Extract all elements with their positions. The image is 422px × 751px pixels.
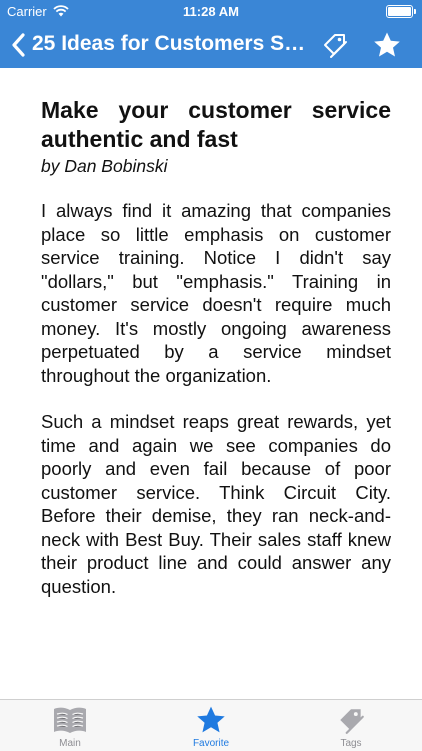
article-author: by Dan Bobinski xyxy=(41,156,168,176)
status-time: 11:28 AM xyxy=(183,4,239,19)
article-paragraph: Such a mindset reaps great rewards, yet … xyxy=(41,411,391,597)
tag-icon[interactable] xyxy=(322,31,348,59)
article-content: Make your customer service authentic and… xyxy=(41,96,391,621)
navigation-bar: 25 Ideas for Customers Ser... xyxy=(0,22,422,68)
nav-title[interactable]: 25 Ideas for Customers Ser... xyxy=(32,32,312,56)
book-icon xyxy=(54,707,86,733)
article-title: Make your customer service authentic and… xyxy=(41,97,391,152)
status-bar: Carrier 11:28 AM xyxy=(0,0,422,22)
tab-label: Favorite xyxy=(192,738,230,749)
tab-favorite[interactable]: Favorite xyxy=(151,700,271,751)
star-icon[interactable] xyxy=(373,31,401,59)
tab-tags[interactable]: Tags xyxy=(291,700,411,751)
chevron-left-icon[interactable] xyxy=(10,31,28,59)
app-header: Carrier 11:28 AM 25 Ideas for Customers … xyxy=(0,0,422,68)
article-paragraph: I always find it amazing that companies … xyxy=(41,200,391,386)
tag-icon xyxy=(340,709,364,734)
tab-bar: Main Favorite Tags xyxy=(0,699,422,751)
battery-icon xyxy=(386,5,416,18)
tab-label: Main xyxy=(59,738,81,749)
tab-main[interactable]: Main xyxy=(10,700,130,751)
star-icon xyxy=(197,706,225,733)
tab-label: Tags xyxy=(340,738,362,749)
